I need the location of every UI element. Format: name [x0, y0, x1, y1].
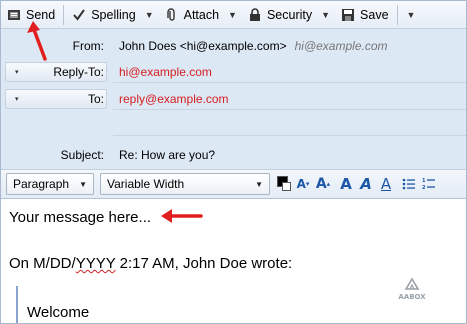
message-headers: From: John Does <hi@example.com> hi@examp…	[1, 29, 466, 169]
italic-icon[interactable]: A	[356, 173, 376, 195]
reply-to-row: ▾ Reply-To: hi@example.com	[1, 61, 466, 83]
save-button[interactable]: Save	[337, 4, 393, 26]
reply-header-suffix: 2:17 AM, John Doe wrote:	[115, 255, 293, 272]
spelling-label: Spelling	[91, 7, 136, 22]
checkmark-icon	[72, 8, 86, 22]
to-label: To:	[87, 92, 104, 106]
field-divider	[113, 135, 466, 136]
save-dropdown-arrow[interactable]: ▼	[402, 4, 421, 26]
floppy-disk-icon	[341, 8, 355, 22]
subject-field[interactable]: Re: How are you?	[119, 148, 215, 162]
security-label: Security	[266, 7, 313, 22]
message-body-editor[interactable]: Your message here... On M/DD/YYYY 2:17 A…	[1, 199, 466, 323]
paragraph-style-value: Paragraph	[13, 177, 70, 191]
from-value: John Does <hi@example.com>	[119, 39, 287, 53]
paragraph-style-select[interactable]: Paragraph ▼	[6, 173, 94, 195]
lock-icon	[248, 7, 262, 22]
field-divider	[113, 109, 466, 110]
reply-to-label: Reply-To:	[53, 65, 104, 79]
chevron-down-icon: ▼	[79, 179, 87, 189]
font-select[interactable]: Variable Width ▼	[100, 173, 270, 195]
reply-header: On M/DD/YYYY 2:17 AM, John Doe wrote:	[9, 255, 292, 272]
aabox-logo: AABOX	[389, 275, 435, 305]
compose-toolbar: Send Spelling ▼ Attach ▼ Security ▼ Save…	[1, 1, 466, 29]
numbered-list-icon[interactable]: 12	[419, 173, 439, 195]
message-text: Your message here...	[9, 209, 152, 226]
attach-label: Attach	[183, 7, 220, 22]
compose-window: Send Spelling ▼ Attach ▼ Security ▼ Save…	[0, 0, 467, 324]
paperclip-icon	[165, 7, 179, 22]
font-value: Variable Width	[107, 177, 185, 191]
bulleted-list-icon[interactable]	[399, 173, 419, 195]
underline-icon[interactable]: A	[376, 173, 396, 195]
save-label: Save	[360, 7, 389, 22]
toolbar-separator	[63, 4, 65, 25]
formatting-toolbar: Paragraph ▼ Variable Width ▼ A ▾ A ▴ A A A…	[1, 169, 466, 199]
spelling-button[interactable]: Spelling	[68, 4, 139, 26]
font-size-larger-icon[interactable]: A ▴	[313, 173, 333, 195]
subject-label: Subject:	[60, 148, 104, 162]
from-label: From:	[72, 39, 104, 53]
chevron-down-icon: ▾	[15, 69, 19, 76]
spelling-dropdown-arrow[interactable]: ▼	[140, 4, 159, 26]
from-row: From: John Does <hi@example.com> hi@examp…	[1, 35, 466, 57]
field-divider	[113, 82, 466, 83]
to-field[interactable]: reply@example.com	[119, 92, 229, 106]
svg-text:2: 2	[422, 185, 426, 191]
reply-header-year: YYYY	[75, 255, 116, 272]
reply-to-field[interactable]: hi@example.com	[119, 65, 212, 79]
send-icon	[7, 8, 21, 22]
subject-row: Subject: Re: How are you?	[1, 144, 466, 166]
toolbar-separator	[396, 4, 398, 25]
chevron-down-icon: ▾	[15, 96, 19, 103]
text-color-picker[interactable]	[275, 173, 293, 195]
bold-icon[interactable]: A	[336, 173, 356, 195]
attach-dropdown-arrow[interactable]: ▼	[223, 4, 242, 26]
logo-text: AABOX	[398, 293, 426, 301]
to-row: ▾ To: reply@example.com	[1, 88, 466, 110]
send-label: Send	[26, 7, 56, 22]
send-button[interactable]: Send	[3, 4, 59, 26]
chevron-down-icon: ▼	[255, 179, 263, 189]
font-size-smaller-icon[interactable]: A ▾	[293, 173, 313, 195]
security-button[interactable]: Security	[244, 4, 316, 26]
reply-header-prefix: On M/DD/	[9, 255, 76, 272]
background-color-swatch	[282, 182, 291, 191]
from-field[interactable]: John Does <hi@example.com> hi@example.com	[119, 39, 388, 53]
attach-button[interactable]: Attach	[161, 4, 223, 26]
quote-bar	[16, 286, 18, 323]
quoted-text: Welcome	[27, 304, 90, 321]
svg-text:1: 1	[422, 178, 426, 184]
from-hint: hi@example.com	[294, 39, 388, 53]
extra-recipient-row[interactable]	[1, 114, 466, 136]
security-dropdown-arrow[interactable]: ▼	[316, 4, 335, 26]
